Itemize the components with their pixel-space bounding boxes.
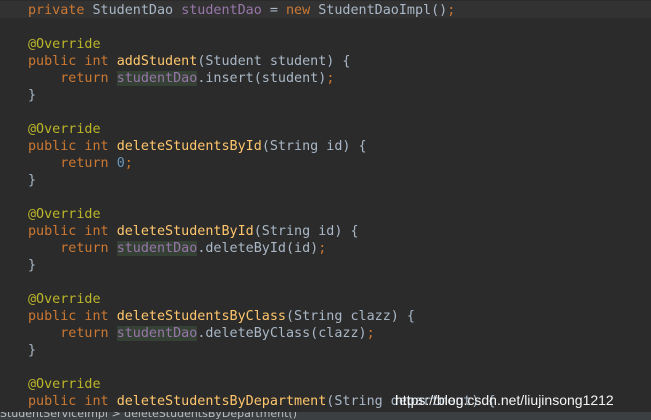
code-line[interactable]: [28, 274, 496, 291]
code-line[interactable]: public int addStudent(Student student) {: [28, 53, 496, 70]
code-line[interactable]: [28, 104, 496, 121]
code-token: (String id) {: [261, 139, 367, 154]
watermark: https://blog.csdn.net/liujinsong1212: [395, 392, 614, 408]
code-token: .deleteById(id): [197, 241, 319, 256]
code-line[interactable]: return studentDao.deleteByClass(clazz);: [28, 325, 496, 342]
code-token: public int: [28, 394, 109, 409]
code-token: .insert(student): [197, 71, 327, 86]
code-token: return: [60, 241, 109, 256]
code-line[interactable]: [28, 19, 496, 36]
code-token: 0: [116, 156, 125, 171]
code-token: }: [28, 173, 37, 188]
code-token: addStudent: [116, 54, 198, 69]
code-token: return: [60, 71, 109, 86]
code-line[interactable]: private StudentDao studentDao = new Stud…: [28, 2, 496, 19]
code-token: @Override: [28, 292, 101, 307]
code-token: @Override: [28, 122, 101, 137]
code-token: @Override: [28, 207, 101, 222]
code-token: studentDao: [116, 326, 198, 341]
code-line[interactable]: @Override: [28, 206, 496, 223]
code-line[interactable]: [28, 189, 496, 206]
code-token: }: [28, 343, 37, 358]
code-token: studentDao: [181, 3, 262, 18]
code-line[interactable]: public int deleteStudentsById(String id)…: [28, 138, 496, 155]
code-token: ;: [318, 241, 327, 256]
code-token: (String clazz) {: [286, 309, 415, 324]
code-token: ;: [326, 71, 335, 86]
code-token: =: [261, 3, 286, 18]
breadcrumb-text: StudentServiceImpl > deleteStudentsByDep…: [0, 412, 298, 420]
code-token: studentDao: [116, 241, 198, 256]
code-token: .deleteByClass(clazz): [197, 326, 367, 341]
code-token: }: [28, 88, 37, 103]
code-token: studentDao: [116, 71, 198, 86]
code-token: deleteStudentsByDepartment: [116, 394, 327, 409]
code-line[interactable]: public int deleteStudentById(String id) …: [28, 223, 496, 240]
code-token: return: [60, 156, 109, 171]
code-line[interactable]: }: [28, 257, 496, 274]
code-token: StudentDao: [84, 3, 182, 18]
code-line[interactable]: @Override: [28, 376, 496, 393]
code-line[interactable]: @Override: [28, 36, 496, 53]
code-token: public int: [28, 309, 109, 324]
code-token: deleteStudentsByClass: [116, 309, 286, 324]
code-token: ;: [124, 156, 133, 171]
code-token: public int: [28, 224, 109, 239]
code-token: private: [28, 3, 85, 18]
code-line[interactable]: @Override: [28, 291, 496, 308]
code-token: @Override: [28, 377, 101, 392]
code-token: deleteStudentById: [116, 224, 254, 239]
code-token: ;: [366, 326, 375, 341]
code-token: StudentDaoImpl(): [310, 3, 448, 18]
code-line[interactable]: return 0;: [28, 155, 496, 172]
code-token: public int: [28, 54, 109, 69]
code-token: }: [28, 258, 37, 273]
code-token: ;: [447, 3, 456, 18]
code-token: (String id) {: [253, 224, 359, 239]
code-line[interactable]: public int deleteStudentsByClass(String …: [28, 308, 496, 325]
code-token: (Student student) {: [197, 54, 351, 69]
breadcrumb-bar: StudentServiceImpl > deleteStudentsByDep…: [0, 412, 651, 420]
code-token: return: [60, 326, 109, 341]
code-line[interactable]: @Override: [28, 121, 496, 138]
code-line[interactable]: return studentDao.insert(student);: [28, 70, 496, 87]
code-token: @Override: [28, 37, 101, 52]
code-line[interactable]: return studentDao.deleteById(id);: [28, 240, 496, 257]
code-token: new: [286, 3, 311, 18]
code-line[interactable]: }: [28, 172, 496, 189]
code-token: public int: [28, 139, 109, 154]
code-area[interactable]: private StudentDao studentDao = new Stud…: [28, 2, 496, 410]
code-line[interactable]: [28, 359, 496, 376]
code-line[interactable]: }: [28, 87, 496, 104]
code-line[interactable]: }: [28, 342, 496, 359]
code-token: deleteStudentsById: [116, 139, 262, 154]
code-editor[interactable]: private StudentDao studentDao = new Stud…: [0, 0, 651, 412]
